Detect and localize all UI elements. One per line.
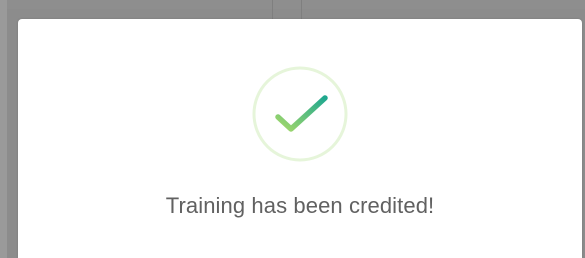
success-dialog: Training has been credited! [18,19,582,258]
success-check-icon [251,65,349,163]
background-divider [272,0,302,20]
success-message: Training has been credited! [165,193,435,218]
background-panel [0,0,7,258]
